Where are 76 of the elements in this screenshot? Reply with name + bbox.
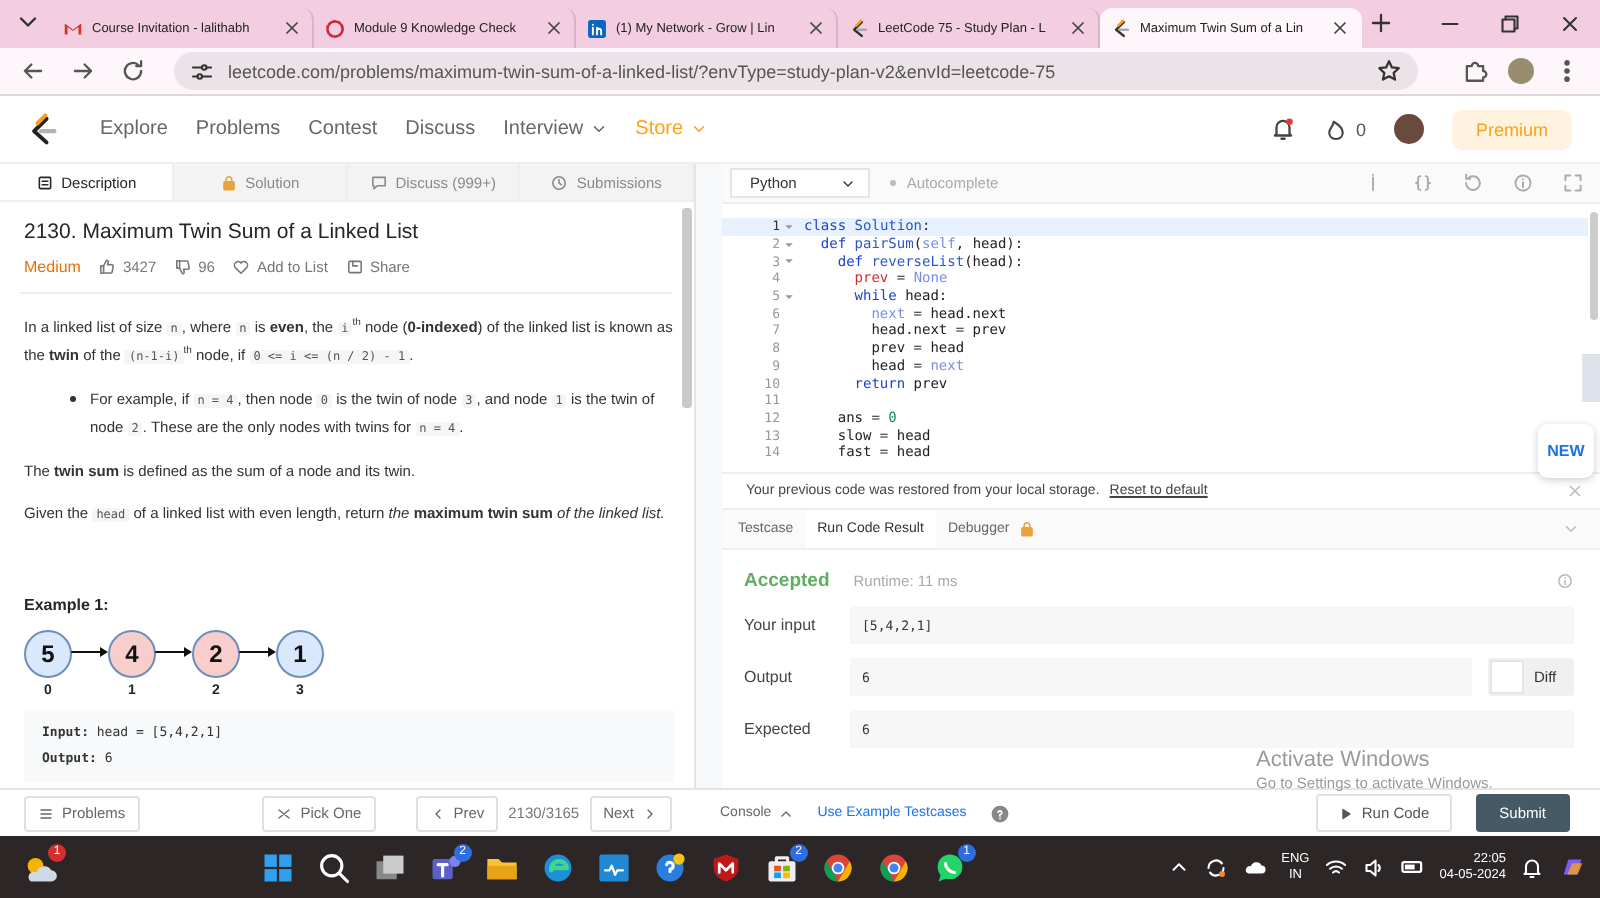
nav-link[interactable]: Discuss	[405, 118, 476, 140]
scrollbar-thumb[interactable]	[682, 208, 692, 408]
nav-link[interactable]: Explore	[100, 118, 168, 140]
activation-title: Activate Windows	[1256, 748, 1432, 774]
scrollbar-thumb[interactable]	[1590, 212, 1598, 320]
speaker-icon[interactable]	[1361, 855, 1386, 879]
field-label: Output	[744, 668, 795, 686]
play-icon	[1337, 805, 1354, 821]
shuffle-icon	[276, 805, 293, 821]
profile-avatar[interactable]	[1508, 58, 1534, 84]
back-icon[interactable]	[20, 58, 46, 84]
restore-icon[interactable]	[1498, 12, 1522, 36]
nav-link[interactable]: Problems	[195, 118, 281, 140]
list-node: 5	[24, 630, 72, 678]
caret-icon	[589, 120, 608, 138]
thumbs-down-icon	[174, 258, 193, 276]
chrome-icon[interactable]	[819, 849, 856, 885]
linkedin-icon	[586, 17, 608, 39]
caret-icon	[689, 120, 708, 138]
problem-title: 2130. Maximum Twin Sum of a Linked List	[24, 220, 421, 244]
notifications-icon[interactable]	[1269, 116, 1296, 142]
nav-link[interactable]: Interview	[503, 118, 608, 140]
field-label: Expected	[744, 720, 813, 738]
new-tab-icon[interactable]	[1368, 10, 1394, 36]
bullet-dot	[70, 396, 76, 402]
notifications-icon[interactable]	[1520, 855, 1544, 879]
nav-link[interactable]: Contest	[308, 118, 378, 140]
arrow-icon	[238, 644, 278, 660]
windows-icon[interactable]	[259, 849, 296, 885]
search-icon[interactable]	[315, 849, 352, 885]
close-icon[interactable]	[1330, 18, 1350, 38]
user-avatar[interactable]	[1393, 114, 1424, 144]
document-icon	[35, 173, 54, 191]
example-title: Example 1:	[24, 596, 111, 614]
field-label: Your input	[744, 616, 818, 634]
fold-caret-icon[interactable]	[784, 291, 794, 302]
leetcode-icon	[848, 17, 870, 39]
list-icon	[38, 805, 54, 821]
wifi-icon[interactable]	[1323, 855, 1348, 879]
edge-icon[interactable]	[539, 849, 576, 885]
streak-count: 0	[1355, 119, 1366, 139]
share-icon	[345, 258, 364, 276]
fold-caret-icon[interactable]	[784, 256, 794, 267]
app-icon[interactable]	[595, 849, 632, 885]
chat-icon	[369, 173, 388, 191]
flame-icon[interactable]	[1323, 117, 1348, 141]
thumbs-up-icon	[98, 258, 117, 276]
fold-caret-icon[interactable]	[784, 239, 794, 250]
status-label: Accepted	[744, 570, 830, 592]
lock-icon	[219, 173, 238, 191]
chrome-icon[interactable]	[875, 849, 912, 885]
reload-icon[interactable]	[120, 58, 146, 84]
ring-icon	[324, 17, 346, 39]
bookmark-star-icon[interactable]	[1376, 58, 1402, 84]
extensions-icon[interactable]	[1462, 58, 1488, 84]
heart-icon	[232, 258, 251, 276]
close-icon[interactable]	[544, 18, 564, 38]
address-field[interactable]: leetcode.com/problems/maximum-twin-sum-of-a-linked-list/?envType=study-plan-v2&envId=leetcode-75	[174, 52, 1418, 90]
help-icon[interactable]	[990, 803, 1011, 823]
close-icon[interactable]	[806, 18, 826, 38]
difficulty-label: Medium	[24, 258, 81, 276]
arrow-icon	[154, 644, 194, 660]
close-icon[interactable]	[1558, 12, 1582, 36]
sync-icon[interactable]	[1203, 855, 1228, 879]
help-circle-icon[interactable]	[651, 849, 688, 885]
leetcode-icon	[1110, 17, 1132, 39]
arrow-icon	[70, 644, 110, 660]
site-settings-icon[interactable]	[190, 59, 214, 83]
forward-icon[interactable]	[70, 58, 96, 84]
list-node: 4	[108, 630, 156, 678]
chevron-right-icon	[642, 805, 658, 821]
new-feature-button[interactable]: NEW	[1538, 424, 1594, 478]
list-node: 1	[276, 630, 324, 678]
close-icon[interactable]	[1068, 18, 1088, 38]
list-node: 2	[192, 630, 240, 678]
close-icon[interactable]	[282, 18, 302, 38]
